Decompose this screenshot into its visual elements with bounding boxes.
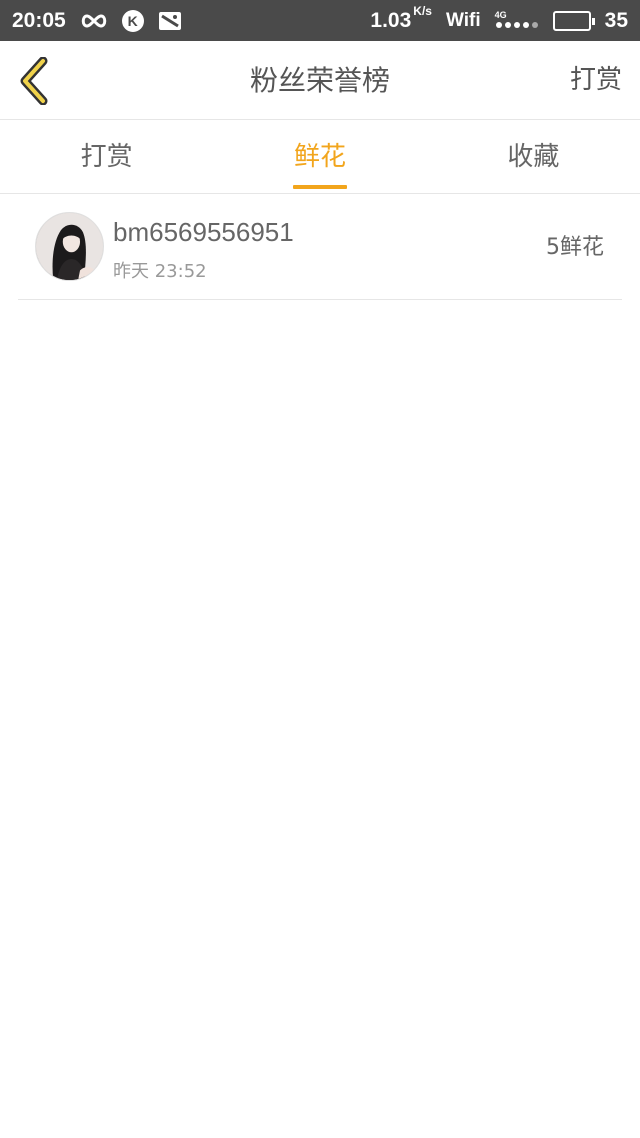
network-speed: 1.03 K/s: [370, 5, 432, 33]
tab-label: 收藏: [507, 142, 560, 172]
battery-level: 35: [604, 8, 628, 32]
tab-bar: 打赏 鲜花 收藏: [0, 121, 640, 194]
k-app-icon: K: [121, 9, 144, 32]
active-tab-indicator: [292, 185, 347, 189]
status-time: 20:05: [12, 8, 66, 32]
tip-button[interactable]: 打赏: [570, 41, 622, 120]
status-right: 1.03 K/s Wifi 4G 35: [370, 5, 628, 33]
network-type: 4G: [494, 10, 507, 20]
status-left: 20:05 K: [12, 9, 182, 33]
signal-icon: 4G: [495, 11, 539, 30]
timestamp: 昨天 23:52: [113, 261, 207, 282]
status-bar: 20:05 K 1.03 K/s Wifi 4G 35: [0, 0, 640, 41]
infinity-icon: [80, 13, 108, 29]
speed-value: 1.03: [370, 8, 412, 32]
fan-list: bm6569556951 昨天 23:52 5鲜花: [0, 195, 640, 300]
wifi-label: Wifi: [445, 9, 481, 31]
tab-flowers[interactable]: 鲜花: [213, 121, 426, 193]
tab-label: 打赏: [80, 142, 133, 172]
page-title: 粉丝荣誉榜: [249, 64, 390, 97]
image-notification-icon: [158, 11, 182, 31]
tab-label: 鲜花: [293, 142, 346, 172]
speed-unit: K/s: [413, 3, 432, 18]
username: bm6569556951: [113, 217, 294, 247]
wifi-icon: Wifi: [446, 10, 481, 32]
avatar[interactable]: [35, 212, 104, 281]
tab-tips[interactable]: 打赏: [0, 121, 213, 193]
tab-favorites[interactable]: 收藏: [427, 121, 640, 193]
list-item[interactable]: bm6569556951 昨天 23:52 5鲜花: [18, 195, 622, 300]
flower-count: 5鲜花: [546, 235, 604, 260]
header-bar: 粉丝荣誉榜 打赏: [0, 41, 640, 120]
battery-icon: [552, 10, 595, 31]
user-avatar-icon: [36, 213, 103, 280]
